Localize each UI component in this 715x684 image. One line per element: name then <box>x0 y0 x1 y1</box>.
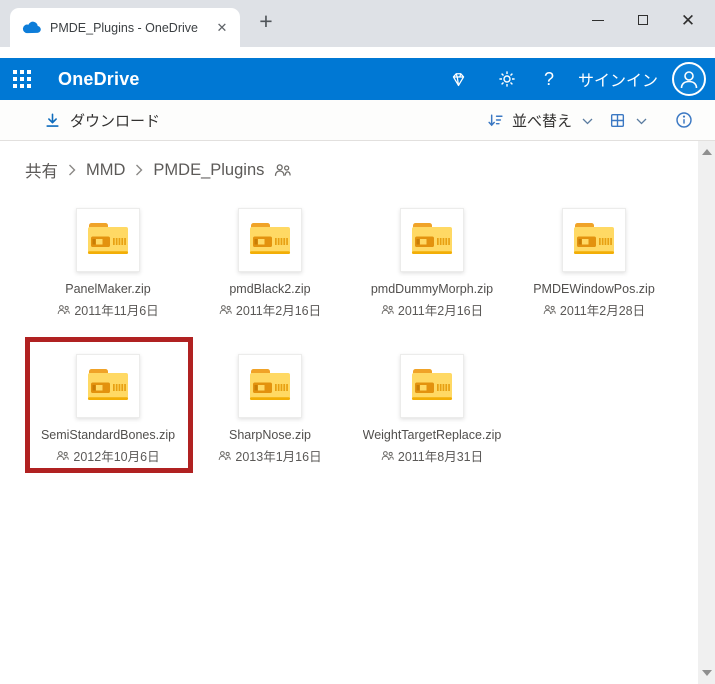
zip-folder-icon <box>400 354 464 418</box>
chevron-down-icon <box>582 118 593 125</box>
file-item-weighttargetreplace[interactable]: WeightTargetReplace.zip 2011年8月31日 <box>351 344 513 465</box>
download-icon <box>46 113 59 127</box>
sign-in-button[interactable]: サインイン <box>578 67 658 91</box>
file-name: WeightTargetReplace.zip <box>362 428 502 442</box>
browser-toolbar-strip <box>0 47 715 58</box>
download-label: ダウンロード <box>70 112 161 130</box>
app-launcher-button[interactable] <box>0 58 44 100</box>
scroll-down-arrow-icon[interactable] <box>702 670 712 676</box>
file-item-pmddummymorph[interactable]: pmdDummyMorph.zip 2011年2月16日 <box>351 198 513 319</box>
download-button[interactable]: ダウンロード <box>38 100 166 140</box>
file-item-panelmaker[interactable]: PanelMaker.zip 2011年11月6日 <box>27 198 189 319</box>
file-meta: 2013年1月16日 <box>218 446 322 465</box>
waffle-icon <box>13 70 31 88</box>
file-meta: 2011年2月16日 <box>381 300 483 319</box>
new-tab-button[interactable]: + <box>252 8 280 36</box>
chevron-right-icon <box>135 164 143 176</box>
minimize-icon <box>592 19 604 21</box>
chevron-down-icon <box>636 118 647 125</box>
file-name: PanelMaker.zip <box>65 282 151 296</box>
window-close-button[interactable]: ✕ <box>671 4 705 36</box>
command-bar: ダウンロード 並べ替え <box>0 100 715 141</box>
file-item-pmdewindowpos[interactable]: PMDEWindowPos.zip 2011年2月28日 <box>513 198 675 319</box>
person-icon <box>680 71 698 89</box>
file-date: 2011年8月31日 <box>397 450 484 464</box>
shared-people-icon <box>381 304 394 315</box>
sort-button[interactable]: 並べ替え <box>483 110 599 131</box>
info-pane-button[interactable] <box>671 111 697 129</box>
help-button[interactable]: ? <box>544 69 554 90</box>
file-meta: 2011年2月28日 <box>543 300 645 319</box>
shared-people-icon <box>543 304 556 315</box>
zip-folder-icon <box>562 208 626 272</box>
browser-tab[interactable]: PMDE_Plugins - OneDrive ✕ <box>10 8 240 47</box>
file-browser-content: 共有 MMD PMDE_Plugins PanelMaker.zip 2011年… <box>0 141 715 684</box>
breadcrumb-mmd[interactable]: MMD <box>86 161 125 180</box>
premium-gem-icon[interactable] <box>448 68 470 90</box>
file-meta: 2011年2月16日 <box>219 300 321 319</box>
highlight-box <box>25 337 193 473</box>
breadcrumb-shared[interactable]: 共有 <box>25 158 58 182</box>
tab-close-icon[interactable]: ✕ <box>212 18 232 38</box>
breadcrumb: 共有 MMD PMDE_Plugins <box>25 158 291 182</box>
file-item-pmdblack2[interactable]: pmdBlack2.zip 2011年2月16日 <box>189 198 351 319</box>
grid-view-icon <box>610 113 625 127</box>
shared-people-icon <box>218 450 231 461</box>
file-name: pmdDummyMorph.zip <box>370 282 494 296</box>
settings-gear-icon[interactable] <box>496 68 518 90</box>
file-date: 2011年11月6日 <box>74 304 159 318</box>
sort-icon <box>488 113 503 126</box>
header-actions: ? サインイン <box>422 62 715 96</box>
zip-folder-icon <box>238 208 302 272</box>
zip-folder-icon <box>238 354 302 418</box>
file-meta: 2011年8月31日 <box>381 446 483 465</box>
close-icon: ✕ <box>680 10 696 30</box>
file-date: 2011年2月16日 <box>397 304 484 318</box>
window-maximize-button[interactable] <box>626 4 660 36</box>
file-date: 2013年1月16日 <box>235 450 322 464</box>
shared-people-icon <box>57 304 70 315</box>
file-item-sharpnose[interactable]: SharpNose.zip 2013年1月16日 <box>189 344 351 465</box>
command-bar-right: 並べ替え <box>483 110 715 131</box>
tab-title: PMDE_Plugins - OneDrive <box>50 20 198 35</box>
onedrive-cloud-icon <box>22 21 41 34</box>
info-icon <box>676 112 692 128</box>
onedrive-header: OneDrive ? サインイン <box>0 58 715 100</box>
file-name: pmdBlack2.zip <box>229 282 311 296</box>
account-avatar[interactable] <box>672 62 706 96</box>
chevron-right-icon <box>68 164 76 176</box>
maximize-icon <box>638 15 648 25</box>
zip-folder-icon <box>76 208 140 272</box>
file-date: 2011年2月16日 <box>235 304 322 318</box>
window-minimize-button[interactable] <box>581 4 615 36</box>
vertical-scrollbar[interactable] <box>698 141 715 684</box>
shared-people-icon <box>381 450 394 461</box>
shared-people-icon <box>219 304 232 315</box>
view-toggle-button[interactable] <box>605 112 653 129</box>
scroll-up-arrow-icon[interactable] <box>702 149 712 155</box>
file-meta: 2011年11月6日 <box>57 300 159 319</box>
shared-people-icon <box>274 163 291 177</box>
browser-tabstrip: PMDE_Plugins - OneDrive ✕ + ✕ <box>0 0 715 47</box>
file-date: 2011年2月28日 <box>559 304 646 318</box>
zip-folder-icon <box>400 208 464 272</box>
file-name: PMDEWindowPos.zip <box>533 282 655 296</box>
sort-label: 並べ替え <box>511 112 572 130</box>
file-name: SharpNose.zip <box>229 428 311 442</box>
breadcrumb-current-folder[interactable]: PMDE_Plugins <box>153 161 264 180</box>
brand-title: OneDrive <box>58 68 140 89</box>
